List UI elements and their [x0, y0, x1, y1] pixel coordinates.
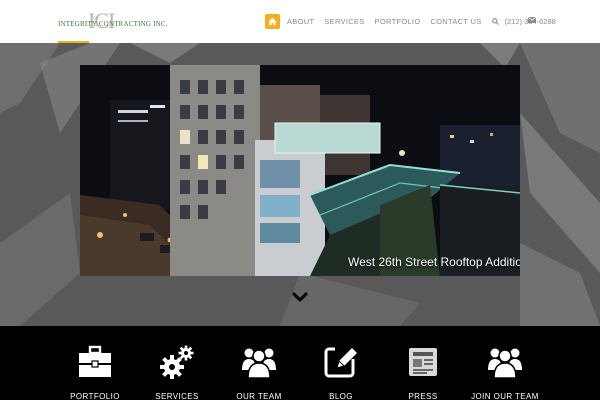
team-icon [242, 348, 276, 379]
newspaper-icon [409, 348, 437, 376]
slide-caption: West 26th Street Rooftop Addition [348, 255, 520, 269]
mail-icon[interactable] [528, 17, 536, 23]
nav-item-contact[interactable]: CONTACT US [430, 17, 481, 26]
feature-services[interactable]: SERVICES [137, 344, 217, 401]
site-logo[interactable]: ICI INTEGRITY CONTRACTING INC. [58, 10, 168, 36]
chevron-down-icon[interactable] [291, 291, 309, 303]
hero-slide-image[interactable]: West 26th Street Rooftop Addition [80, 65, 520, 276]
feature-bar: PORTFOLIO SERVICES OUR TEAM BLOG PRESS J… [0, 326, 600, 401]
feature-blog[interactable]: BLOG [301, 344, 381, 401]
logo-text: INTEGRITY CONTRACTING INC. [58, 20, 168, 28]
nav-phone[interactable]: (212) 334-6288 [491, 17, 556, 26]
hero-section: West 26th Street Rooftop Addition [0, 43, 600, 326]
nav-item-services[interactable]: SERVICES [324, 17, 364, 26]
nav-home-button[interactable] [265, 13, 280, 29]
gears-icon [160, 345, 194, 379]
site-header: ICI INTEGRITY CONTRACTING INC. ABOUT SER… [0, 0, 600, 44]
briefcase-icon [79, 345, 111, 377]
nav-item-about[interactable]: ABOUT [287, 17, 314, 26]
nav-item-portfolio[interactable]: PORTFOLIO [375, 17, 421, 26]
join-team-icon [488, 348, 522, 379]
feature-portfolio[interactable]: PORTFOLIO [55, 344, 135, 401]
main-nav: ABOUT SERVICES PORTFOLIO CONTACT US (212… [265, 13, 556, 29]
feature-our-team[interactable]: OUR TEAM [219, 344, 299, 401]
search-icon [491, 17, 499, 25]
home-icon [268, 17, 277, 25]
edit-icon [324, 345, 357, 378]
feature-join-team[interactable]: JOIN OUR TEAM [465, 344, 545, 401]
feature-press[interactable]: PRESS [383, 344, 463, 401]
